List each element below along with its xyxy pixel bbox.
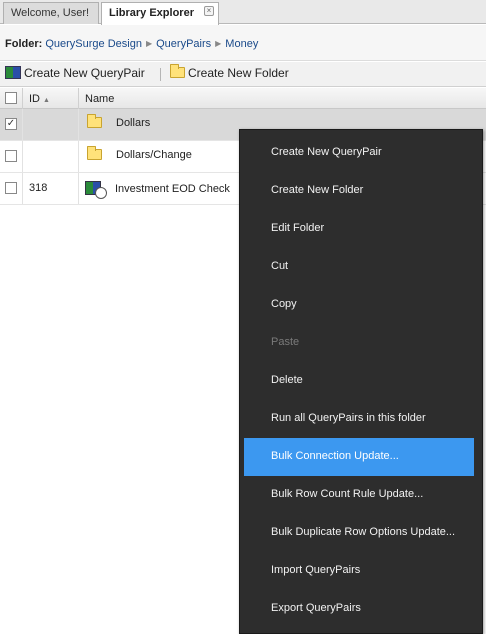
chevron-right-icon: ▶ (215, 39, 222, 48)
breadcrumb: Folder: QuerySurge Design ▶ QueryPairs ▶ Mon… (0, 25, 486, 61)
folder-icon (87, 146, 102, 160)
create-folder-button[interactable]: Create New Folder (170, 64, 289, 84)
menu-item-delete[interactable]: Delete (244, 362, 474, 400)
sort-ascending-icon: ▲ (43, 97, 50, 104)
select-all-checkbox[interactable] (5, 92, 17, 104)
breadcrumb-item-money[interactable]: Money (225, 38, 258, 50)
close-icon[interactable]: × (204, 6, 214, 16)
breadcrumb-item-querypairs[interactable]: QueryPairs (156, 38, 211, 50)
row-checkbox[interactable] (5, 182, 17, 194)
row-name: Dollars/Change (116, 149, 192, 161)
row-checkbox[interactable]: ✓ (5, 118, 17, 130)
row-id (23, 141, 79, 172)
toolbar: Create New QueryPair Create New Folder (0, 62, 486, 87)
create-querypair-label: Create New QueryPair (24, 66, 145, 80)
menu-item-create-new-querypair[interactable]: Create New QueryPair (244, 134, 474, 172)
querypair-icon (5, 66, 21, 79)
row-checkbox[interactable] (5, 150, 17, 162)
tab-strip: Welcome, User! Library Explorer × (0, 0, 486, 25)
grid-header: ID ▲ Name (0, 88, 486, 109)
folder-icon (170, 64, 185, 78)
row-id (23, 109, 79, 140)
row-name: Investment EOD Check (115, 183, 230, 195)
menu-item-bulk-duplicate-row-options-update[interactable]: Bulk Duplicate Row Options Update... (244, 514, 474, 552)
menu-item-copy[interactable]: Copy (244, 286, 474, 324)
breadcrumb-label: Folder: (5, 38, 43, 50)
breadcrumb-item-querysurge-design[interactable]: QuerySurge Design (45, 38, 142, 50)
menu-item-paste: Paste (271, 336, 300, 348)
tab-label: Library Explorer (109, 7, 194, 19)
tab-label: Welcome, User! (11, 7, 90, 19)
column-header-name-label: Name (85, 93, 115, 105)
select-all-cell (0, 88, 23, 109)
tab-welcome[interactable]: Welcome, User! (3, 2, 99, 24)
menu-item-run-all-querypairs[interactable]: Run all QueryPairs in this folder (244, 400, 474, 438)
chevron-right-icon: ▶ (145, 39, 153, 48)
menu-item-export-querypairs[interactable]: Export QueryPairs (244, 590, 474, 628)
menu-item-create-new-folder[interactable]: Create New Folder (244, 172, 474, 210)
row-check-cell (0, 173, 23, 204)
menu-item-edit-folder[interactable]: Edit Folder (244, 210, 474, 248)
row-id: 318 (23, 173, 79, 204)
row-name: Dollars (116, 117, 151, 129)
column-header-name[interactable]: Name (79, 88, 486, 109)
context-menu: Create New QueryPair Create New Folder E… (239, 129, 483, 634)
menu-item-bulk-row-count-rule-update[interactable]: Bulk Row Count Rule Update... (244, 476, 474, 514)
menu-item-cut[interactable]: Cut (244, 248, 474, 286)
toolbar-divider (160, 68, 161, 81)
tab-library-explorer[interactable]: Library Explorer × (101, 2, 219, 25)
row-check-cell: ✓ (0, 109, 23, 140)
menu-item-import-querypairs[interactable]: Import QueryPairs (244, 552, 474, 590)
create-querypair-button[interactable]: Create New QueryPair (5, 66, 145, 84)
row-check-cell (0, 141, 23, 172)
column-header-id-label: ID (29, 93, 40, 105)
menu-item-bulk-connection-update[interactable]: Bulk Connection Update... (244, 438, 474, 476)
create-folder-label: Create New Folder (188, 66, 289, 80)
folder-icon (87, 114, 102, 128)
column-header-id[interactable]: ID ▲ (23, 88, 79, 109)
querypair-clock-icon (85, 181, 107, 199)
